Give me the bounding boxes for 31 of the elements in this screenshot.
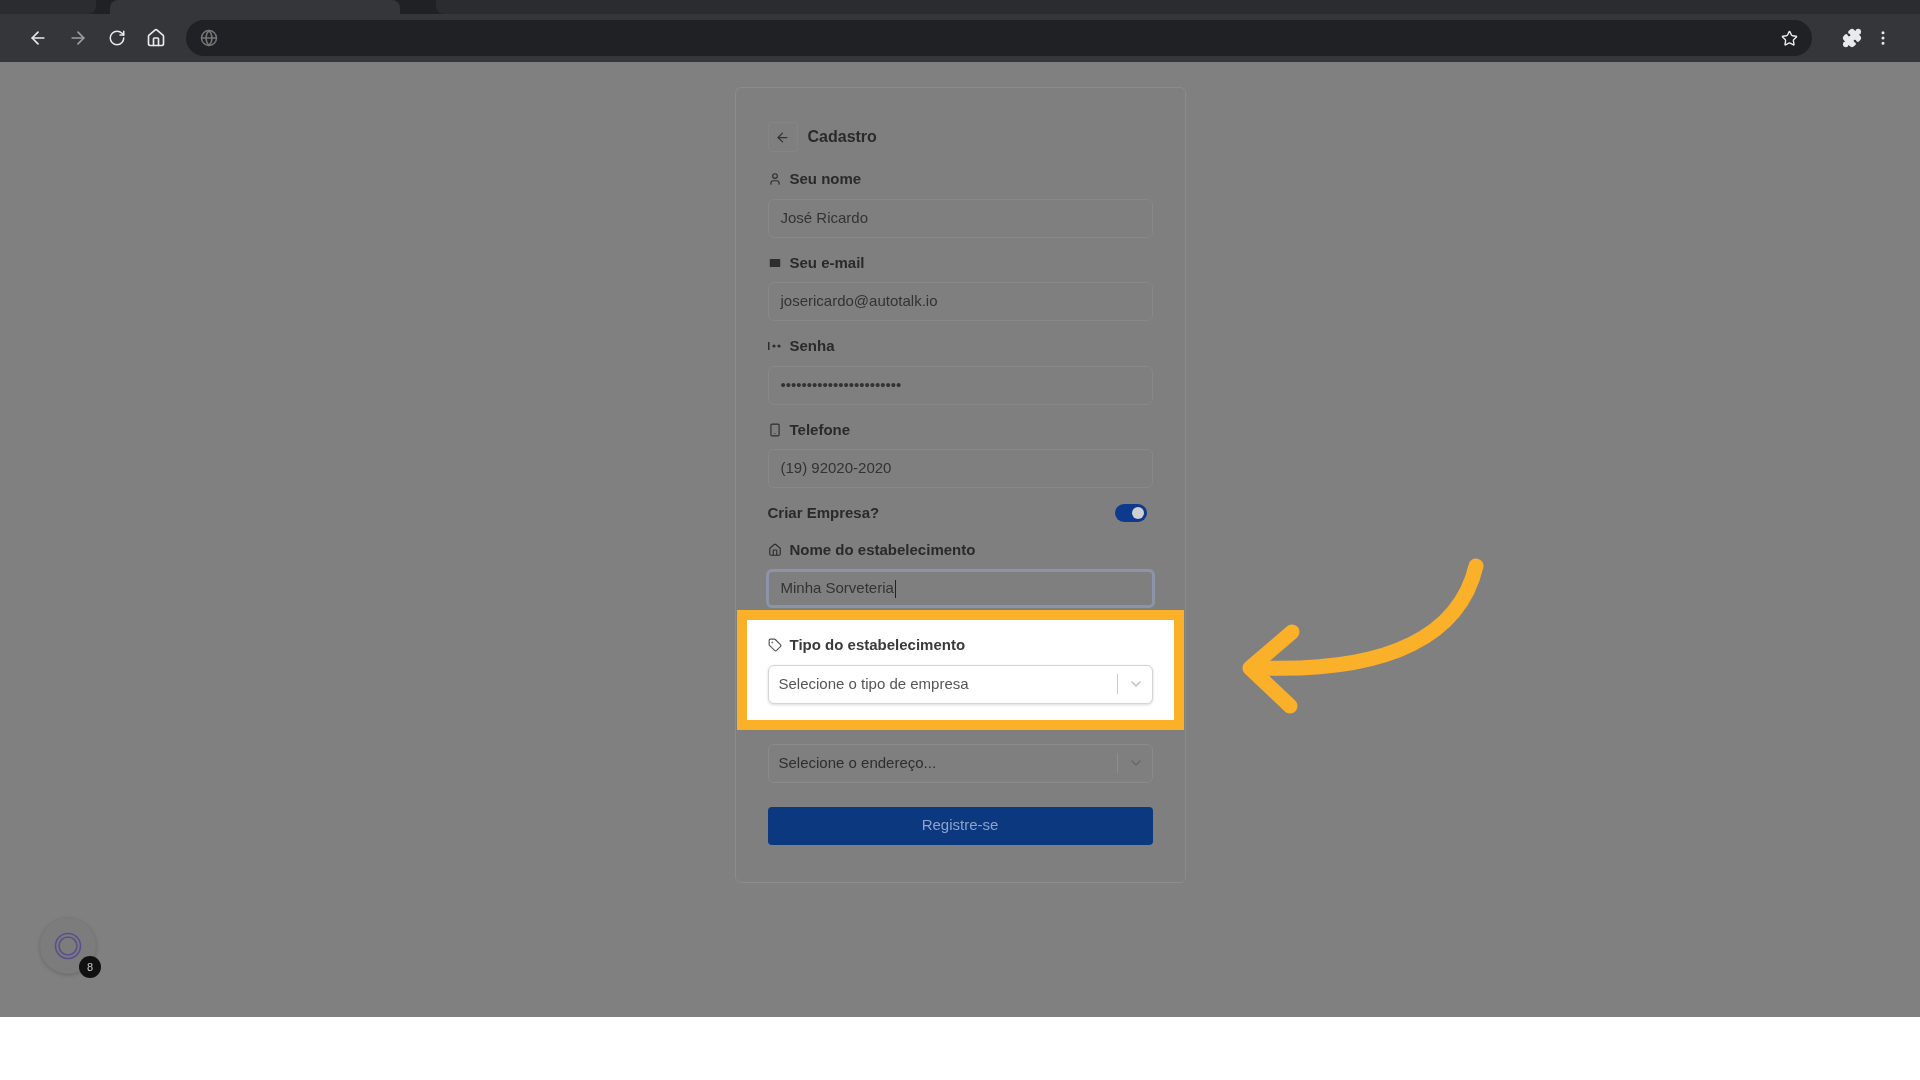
select-dropdown[interactable]: Selecione o tipo de empresa [767,664,1153,704]
form-title: Cadastro [807,127,877,147]
bookmark-star-icon[interactable] [1781,29,1798,47]
rings-icon [54,932,82,960]
tag-icon [767,638,782,653]
notification-badge: 8 [79,956,101,978]
person-icon [767,172,782,187]
field-label: Tipo do estabelecimento [789,635,966,655]
globe-icon [200,29,218,47]
field-label: Senha [789,336,835,356]
register-button[interactable]: Registre-se [767,806,1153,845]
input-field[interactable]: ••••••••••••••••••••••• [767,365,1153,405]
phone-icon [767,422,782,437]
back-button[interactable] [767,122,798,152]
chat-widget-button[interactable] [40,918,96,974]
input-field[interactable]: (19) 92020-2020 [767,449,1153,488]
extensions-icon[interactable] [1842,28,1862,48]
field-label: Telefone [789,419,851,440]
field-label: Seu nome [789,169,862,189]
select-dropdown[interactable]: Selecione o endereço... [767,743,1153,783]
input-field[interactable]: Minha Sorveteria [765,569,1155,608]
field-label: Nome do estabelecimento [789,539,976,560]
password-dots-icon [767,342,782,351]
input-field[interactable]: josericardo@autotalk.io [767,282,1153,321]
house-icon [767,542,782,557]
field-label: Criar Empresa? [767,503,880,523]
field-label: Seu e-mail [789,252,865,273]
toggle-switch[interactable] [1114,504,1147,523]
home-icon[interactable] [146,28,166,48]
input-field[interactable]: José Ricardo [767,198,1153,238]
reload-icon[interactable] [108,29,126,47]
